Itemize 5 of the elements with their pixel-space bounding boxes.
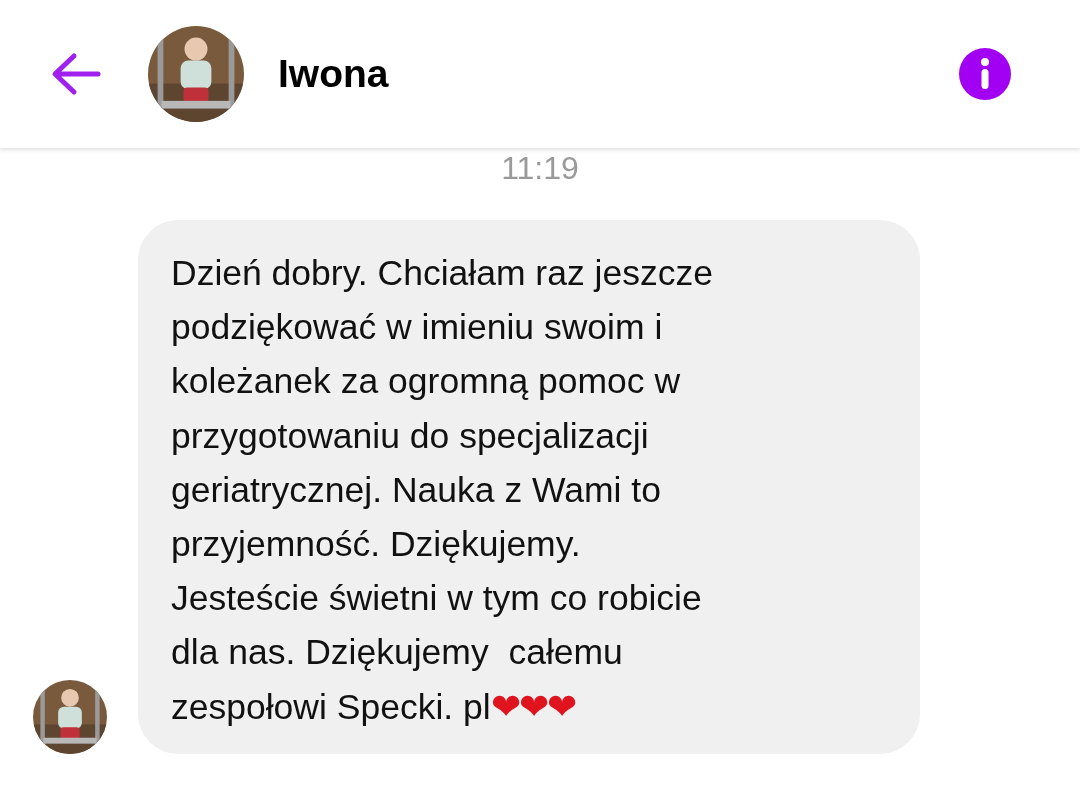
back-arrow-icon bbox=[50, 52, 102, 96]
info-icon[interactable] bbox=[959, 48, 1011, 100]
timestamp: 11:19 bbox=[500, 149, 580, 188]
message-text: Dzień dobry. Chciałam raz jeszcze podziękować w imieniu swoim i koleżanek za ogromną pomoc w przygotowaniu do specjalizacji geriatrycznej. Nauka z Wami to przyjemność. Dziękujemy. Jesteście świetni w tym co robicie dla nas. Dziękujemy całemu zespołowi Specki. pl❤❤❤ bbox=[171, 253, 713, 727]
contact-name[interactable]: Iwona bbox=[278, 52, 389, 96]
